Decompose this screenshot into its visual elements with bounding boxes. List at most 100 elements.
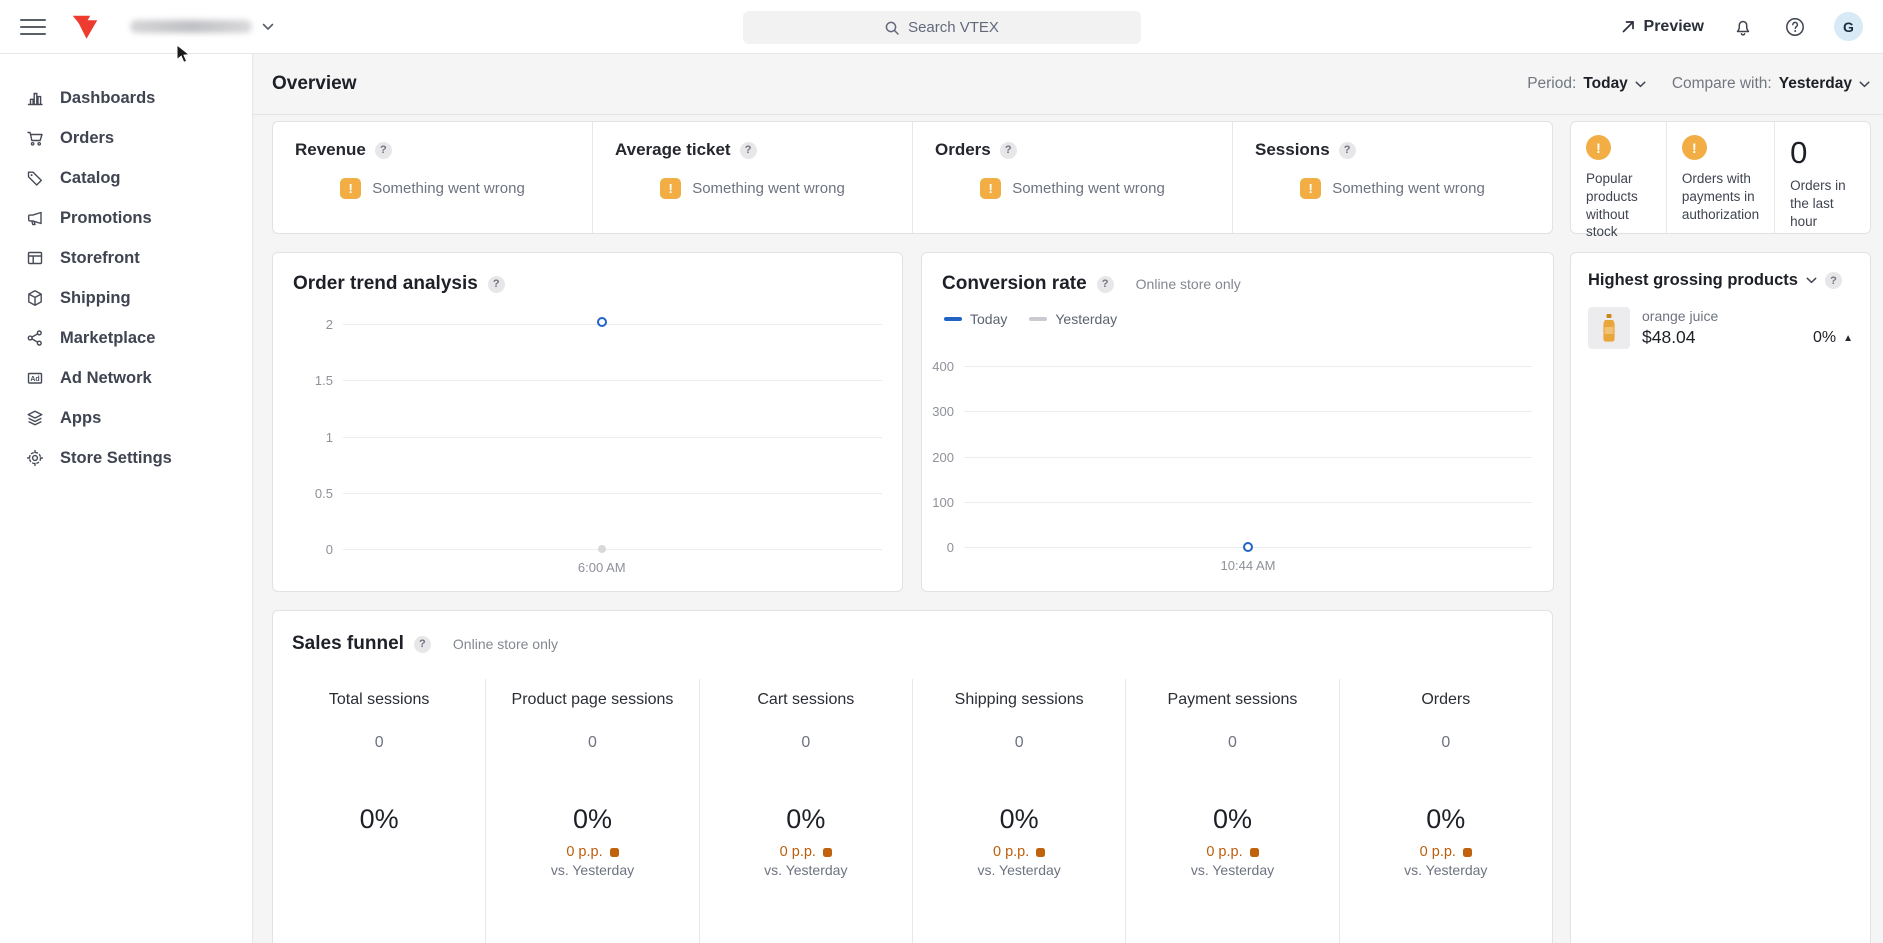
pp-marker-icon [610, 848, 619, 857]
legend-swatch-today [944, 317, 962, 321]
preview-button[interactable]: Preview [1621, 18, 1704, 36]
search-input[interactable]: Search VTEX [743, 11, 1141, 44]
sidebar-item-store-settings[interactable]: Store Settings [0, 438, 252, 478]
search-icon [884, 20, 900, 36]
stat-label: Orders with payments in authorization [1682, 170, 1759, 223]
trend-up-icon: ▲ [1843, 333, 1853, 344]
sidebar-item-storefront[interactable]: Storefront [0, 238, 252, 278]
compare-with-select[interactable]: Compare with: Yesterday [1672, 75, 1870, 93]
kpi-card-revenue: Revenue Something went wrong [273, 122, 592, 233]
y-axis-tick: 400 [912, 359, 954, 374]
help-icon[interactable] [375, 142, 392, 159]
stat-label: Orders in the last hour [1790, 177, 1855, 230]
funnel-rate: 0% [913, 804, 1125, 835]
help-icon[interactable] [740, 142, 757, 159]
legend-item-today: Today [944, 311, 1007, 327]
menu-hamburger-icon[interactable] [20, 14, 46, 40]
help-icon[interactable] [1097, 276, 1114, 293]
conversion-plot: 400 300 200 100 0 10:44 AM [964, 366, 1532, 547]
sidebar-item-orders[interactable]: Orders [0, 118, 252, 158]
search-placeholder: Search VTEX [908, 19, 999, 36]
funnel-label: Shipping sessions [913, 691, 1125, 709]
marketplace-share-icon [25, 328, 45, 348]
warning-icon [660, 178, 681, 199]
sidebar: Dashboards Orders Catalog Promotions Sto… [0, 54, 253, 943]
pp-marker-icon [1463, 848, 1472, 857]
card-title: Highest grossing products [1588, 271, 1798, 290]
avatar[interactable]: G [1834, 12, 1863, 41]
help-icon[interactable] [1000, 142, 1017, 159]
sidebar-item-label: Dashboards [60, 89, 155, 108]
sidebar-item-shipping[interactable]: Shipping [0, 278, 252, 318]
sidebar-item-catalog[interactable]: Catalog [0, 158, 252, 198]
funnel-label: Product page sessions [486, 691, 698, 709]
help-icon[interactable] [1825, 272, 1842, 289]
period-select[interactable]: Period: Today [1527, 75, 1646, 93]
error-text: Something went wrong [1332, 180, 1485, 197]
error-text: Something went wrong [692, 180, 845, 197]
data-point-today [1243, 542, 1253, 552]
account-selector[interactable] [130, 20, 274, 33]
sidebar-item-label: Ad Network [60, 369, 152, 388]
store-settings-gear-icon [25, 448, 45, 468]
period-label: Period: [1527, 75, 1576, 93]
sidebar-item-ad-network[interactable]: Ad Ad Network [0, 358, 252, 398]
notifications-button[interactable] [1730, 14, 1756, 40]
ad-network-icon: Ad [25, 368, 45, 388]
orders-cart-icon [25, 128, 45, 148]
kpi-card-average-ticket: Average ticket Something went wrong [592, 122, 912, 233]
help-circle-icon [1784, 16, 1806, 38]
vtex-logo [70, 12, 100, 42]
sidebar-item-marketplace[interactable]: Marketplace [0, 318, 252, 358]
funnel-pp-change: 0 p.p. [700, 844, 912, 860]
sidebar-item-label: Apps [60, 409, 101, 428]
stat-orders-payments-authorization[interactable]: Orders with payments in authorization [1666, 122, 1774, 233]
funnel-pp-change: 0 p.p. [1340, 844, 1552, 860]
chart-title: Order trend analysis [293, 273, 478, 295]
main-content: Overview Period: Today Compare with: Yes… [253, 54, 1883, 943]
order-trend-card: Order trend analysis 2 1.5 1 0.5 0 6:00 … [272, 252, 903, 592]
help-icon[interactable] [488, 276, 505, 293]
chart-title: Conversion rate [942, 273, 1087, 295]
product-price: $48.04 [1642, 327, 1801, 348]
help-icon[interactable] [414, 636, 431, 653]
help-icon[interactable] [1339, 142, 1356, 159]
funnel-column-cart-sessions: Cart sessions 0 0% 0 p.p. vs. Yesterday [699, 679, 912, 943]
funnel-rate: 0% [1340, 804, 1552, 835]
funnel-column-orders: Orders 0 0% 0 p.p. vs. Yesterday [1339, 679, 1552, 943]
stat-popular-products-without-stock[interactable]: Popular products without stock [1571, 122, 1666, 233]
funnel-rate: 0% [700, 804, 912, 835]
chart-subtitle: Online store only [1136, 276, 1241, 292]
funnel-pp-change: 0 p.p. [486, 844, 698, 860]
data-point-yesterday [598, 545, 606, 553]
y-axis-tick: 0 [291, 542, 333, 557]
funnel-value: 0 [273, 734, 485, 752]
funnel-label: Payment sessions [1126, 691, 1338, 709]
funnel-column-shipping-sessions: Shipping sessions 0 0% 0 p.p. vs. Yester… [912, 679, 1125, 943]
help-button[interactable] [1782, 14, 1808, 40]
order-trend-plot: 2 1.5 1 0.5 0 6:00 AM [343, 324, 882, 549]
y-axis-tick: 0.5 [291, 486, 333, 501]
sidebar-item-apps[interactable]: Apps [0, 398, 252, 438]
pp-marker-icon [1250, 848, 1259, 857]
funnel-rate: 0% [273, 804, 485, 835]
x-axis-tick: 10:44 AM [1221, 558, 1276, 573]
funnel-column-payment-sessions: Payment sessions 0 0% 0 p.p. vs. Yesterd… [1125, 679, 1338, 943]
pp-marker-icon [1036, 848, 1045, 857]
shipping-cube-icon [25, 288, 45, 308]
kpi-title: Orders [935, 140, 991, 160]
sidebar-item-dashboards[interactable]: Dashboards [0, 78, 252, 118]
funnel-value: 0 [1126, 734, 1338, 752]
sidebar-item-promotions[interactable]: Promotions [0, 198, 252, 238]
funnel-rate: 0% [486, 804, 698, 835]
x-axis-tick: 6:00 AM [578, 560, 626, 575]
sidebar-item-label: Store Settings [60, 449, 172, 468]
catalog-tag-icon [25, 168, 45, 188]
compare-value: Yesterday [1779, 75, 1852, 93]
stat-orders-last-hour[interactable]: 0 Orders in the last hour [1774, 122, 1870, 233]
period-value: Today [1583, 75, 1628, 93]
product-row[interactable]: orange juice $48.04 0% ▲ [1588, 307, 1853, 349]
sidebar-item-label: Marketplace [60, 329, 155, 348]
y-axis-tick: 0 [912, 540, 954, 555]
chevron-down-icon[interactable] [1806, 277, 1817, 284]
